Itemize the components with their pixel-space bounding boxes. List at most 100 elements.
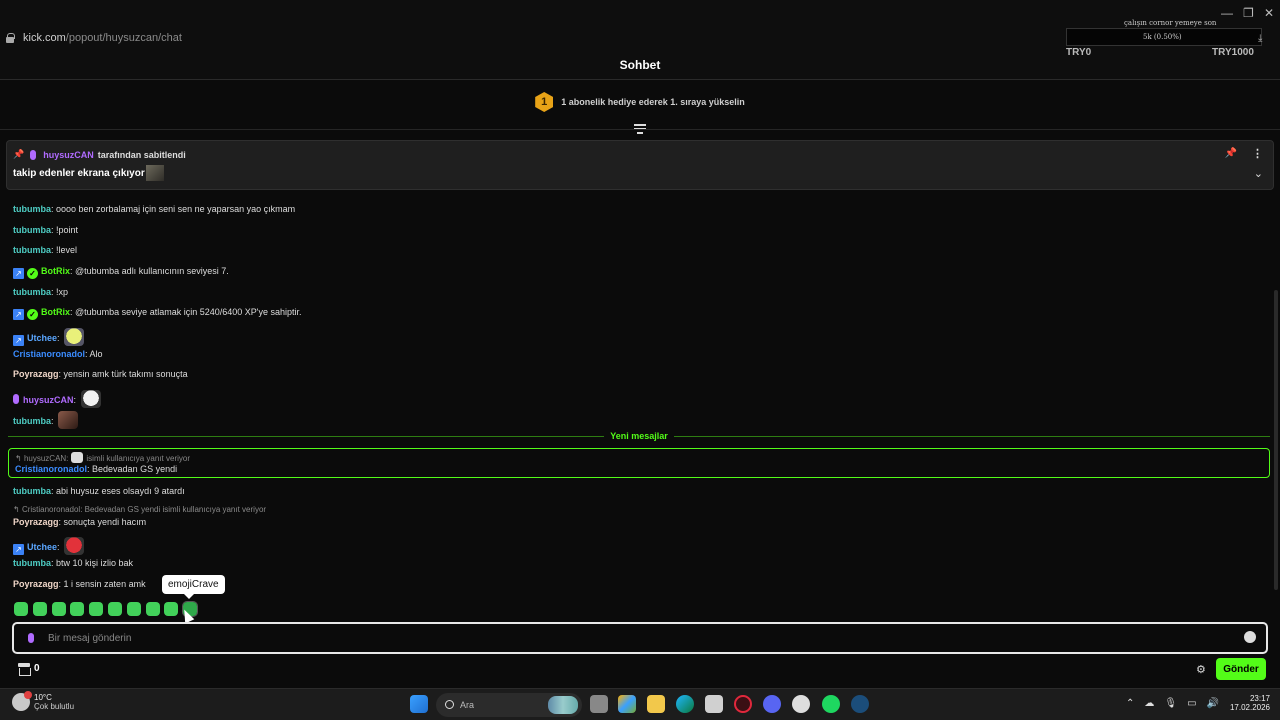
send-button[interactable]: Gönder bbox=[1216, 658, 1266, 680]
emote-button[interactable] bbox=[164, 602, 179, 616]
username[interactable]: Utchee bbox=[27, 333, 57, 343]
emote-tooltip: emojiCrave bbox=[162, 575, 225, 599]
username[interactable]: tubumba bbox=[13, 225, 51, 235]
chat-message[interactable]: tubumba: bbox=[13, 411, 79, 429]
channel-points[interactable]: 0 bbox=[34, 663, 40, 674]
goal-title: çalışın cornor yemeye son bbox=[1124, 19, 1217, 27]
steam-icon[interactable] bbox=[851, 695, 869, 713]
taskbar-clock[interactable]: 23:17 17.02.2026 bbox=[1226, 694, 1270, 712]
opera-gx-icon[interactable] bbox=[734, 695, 752, 713]
emote-image bbox=[145, 165, 164, 181]
edge-icon[interactable] bbox=[676, 695, 694, 713]
chat-message[interactable]: Poyrazagg: sonuçta yendi hacım bbox=[13, 517, 146, 527]
emoji-picker-icon[interactable] bbox=[1244, 631, 1256, 643]
chat-message[interactable]: tubumba: !level bbox=[13, 245, 77, 255]
more-options-icon[interactable]: ⋮ bbox=[1252, 147, 1263, 160]
moderator-badge-icon: ↗ bbox=[13, 335, 24, 346]
clock-date: 17.02.2026 bbox=[1229, 703, 1270, 712]
chat-message[interactable]: Poyrazagg: 1 i sensin zaten amk bbox=[13, 579, 146, 589]
weather-text: Çok bulutlu bbox=[34, 702, 75, 711]
pinned-body: takip edenler ekrana çıkıyor bbox=[13, 165, 164, 181]
task-view-icon[interactable] bbox=[590, 695, 608, 713]
chat-message[interactable]: Cristianoronadol: Alo bbox=[13, 349, 103, 359]
highlighted-reply-message[interactable]: ↰ huysuzCAN: isimli kullanıcıya yanıt ver… bbox=[8, 448, 1270, 478]
chat-message[interactable]: tubumba: btw 10 kişi izlio bak bbox=[13, 558, 133, 568]
username[interactable]: tubumba bbox=[13, 204, 51, 214]
gear-icon[interactable]: ⚙ bbox=[1196, 663, 1206, 676]
chat-message[interactable]: tubumba: !point bbox=[13, 225, 78, 235]
cloud-icon[interactable]: ☁ bbox=[1144, 698, 1154, 709]
emote-button[interactable] bbox=[32, 602, 47, 616]
download-icon[interactable]: ⤓ bbox=[1258, 33, 1268, 44]
gift-leaderboard-row[interactable]: 1 1 abonelik hediye ederek 1. sıraya yük… bbox=[0, 90, 1280, 114]
unpin-icon[interactable]: 📌 bbox=[1225, 148, 1237, 159]
pinned-user[interactable]: huysuzCAN bbox=[43, 150, 94, 160]
chat-message[interactable]: huysuzCAN: bbox=[13, 390, 101, 408]
emote-button[interactable] bbox=[145, 602, 160, 616]
chat-message[interactable]: tubumba: abi huysuz eses olsaydı 9 atard… bbox=[13, 486, 185, 496]
goal-high-label: TRY1000 bbox=[1212, 47, 1254, 58]
username[interactable]: BotRix bbox=[41, 266, 70, 276]
chat-message[interactable]: ↗ Utchee: bbox=[13, 328, 85, 346]
chat-message[interactable]: Poyrazagg: yensin amk türk takımı sonuçt… bbox=[13, 369, 188, 379]
username[interactable]: tubumba bbox=[13, 416, 51, 426]
username[interactable]: Cristianoronadol bbox=[15, 464, 87, 474]
search-icon bbox=[445, 700, 454, 709]
username[interactable]: Poyrazagg bbox=[13, 517, 59, 527]
emote-button[interactable] bbox=[89, 602, 104, 616]
taskbar-search[interactable]: Ara bbox=[436, 693, 582, 717]
message-text: Alo bbox=[89, 349, 103, 359]
emote-button[interactable] bbox=[70, 602, 85, 616]
weather-icon bbox=[12, 691, 32, 711]
lock-icon bbox=[6, 33, 15, 43]
username[interactable]: Utchee bbox=[27, 542, 57, 552]
chat-input[interactable] bbox=[48, 629, 1228, 647]
username[interactable]: Cristianoronadol bbox=[13, 349, 85, 359]
steelseries-icon[interactable] bbox=[792, 695, 810, 713]
username[interactable]: Poyrazagg bbox=[13, 579, 59, 589]
store-icon[interactable] bbox=[18, 663, 31, 676]
chat-message[interactable]: tubumba: !xp bbox=[13, 287, 68, 297]
address-bar[interactable]: kick.com/popout/huysuzcan/chat bbox=[6, 30, 182, 46]
username[interactable]: BotRix bbox=[41, 307, 70, 317]
chat-message[interactable]: ↗ ✓ BotRix: @tubumba adlı kullanıcının sev… bbox=[13, 266, 229, 279]
chat-message[interactable]: ↗ Utchee: bbox=[13, 537, 85, 555]
pinned-message[interactable]: 📌 huysuzCAN tarafından sabitlendi takip … bbox=[6, 140, 1274, 190]
rank-badge-icon: 1 bbox=[535, 92, 554, 112]
microphone-icon[interactable]: 🎙 bbox=[1164, 698, 1177, 709]
weather-widget[interactable]: 10°C Çok bulutlu bbox=[12, 691, 75, 711]
emote-button[interactable] bbox=[51, 602, 66, 616]
close-icon[interactable]: ✕ bbox=[1264, 6, 1274, 20]
chat-message[interactable]: tubumba: oooo ben zorbalamaj için seni s… bbox=[13, 204, 295, 214]
emote-image bbox=[64, 328, 85, 346]
username[interactable]: tubumba bbox=[13, 486, 51, 496]
network-icon[interactable]: ▭ bbox=[1187, 698, 1196, 709]
store-app-icon[interactable] bbox=[705, 695, 723, 713]
chat-input-box[interactable] bbox=[12, 622, 1268, 654]
chevron-down-icon[interactable]: ⌄ bbox=[1254, 167, 1263, 180]
widgets-app-icon[interactable] bbox=[618, 695, 636, 713]
chat-scrollbar[interactable] bbox=[1274, 290, 1278, 590]
temperature: 10°C bbox=[34, 693, 52, 702]
emote-button[interactable] bbox=[14, 602, 28, 616]
windows-start-icon[interactable] bbox=[410, 695, 428, 713]
emote-button[interactable] bbox=[126, 602, 141, 616]
emote-image bbox=[71, 452, 84, 463]
username[interactable]: Poyrazagg bbox=[13, 369, 59, 379]
username[interactable]: tubumba bbox=[13, 287, 51, 297]
volume-icon[interactable]: 🔊 bbox=[1207, 698, 1219, 709]
chat-title: Sohbet bbox=[619, 58, 661, 72]
chevron-up-icon[interactable]: ⌃ bbox=[1126, 698, 1134, 709]
emote-button[interactable] bbox=[107, 602, 122, 616]
spotify-icon[interactable] bbox=[822, 695, 840, 713]
moderator-badge-icon: ↗ bbox=[13, 309, 24, 320]
file-explorer-icon[interactable] bbox=[647, 695, 665, 713]
reply-message: Cristianoronadol: Bedevadan GS yendi bbox=[15, 464, 178, 474]
search-label: Ara bbox=[460, 700, 475, 710]
chat-message[interactable]: ↗ ✓ BotRix: @tubumba seviye atlamak için 5… bbox=[13, 307, 302, 320]
username[interactable]: tubumba bbox=[13, 558, 51, 568]
username[interactable]: huysuzCAN bbox=[23, 395, 74, 405]
username[interactable]: tubumba bbox=[13, 245, 51, 255]
discord-icon[interactable] bbox=[763, 695, 781, 713]
message-text: yensin amk türk takımı sonuçta bbox=[63, 369, 188, 379]
